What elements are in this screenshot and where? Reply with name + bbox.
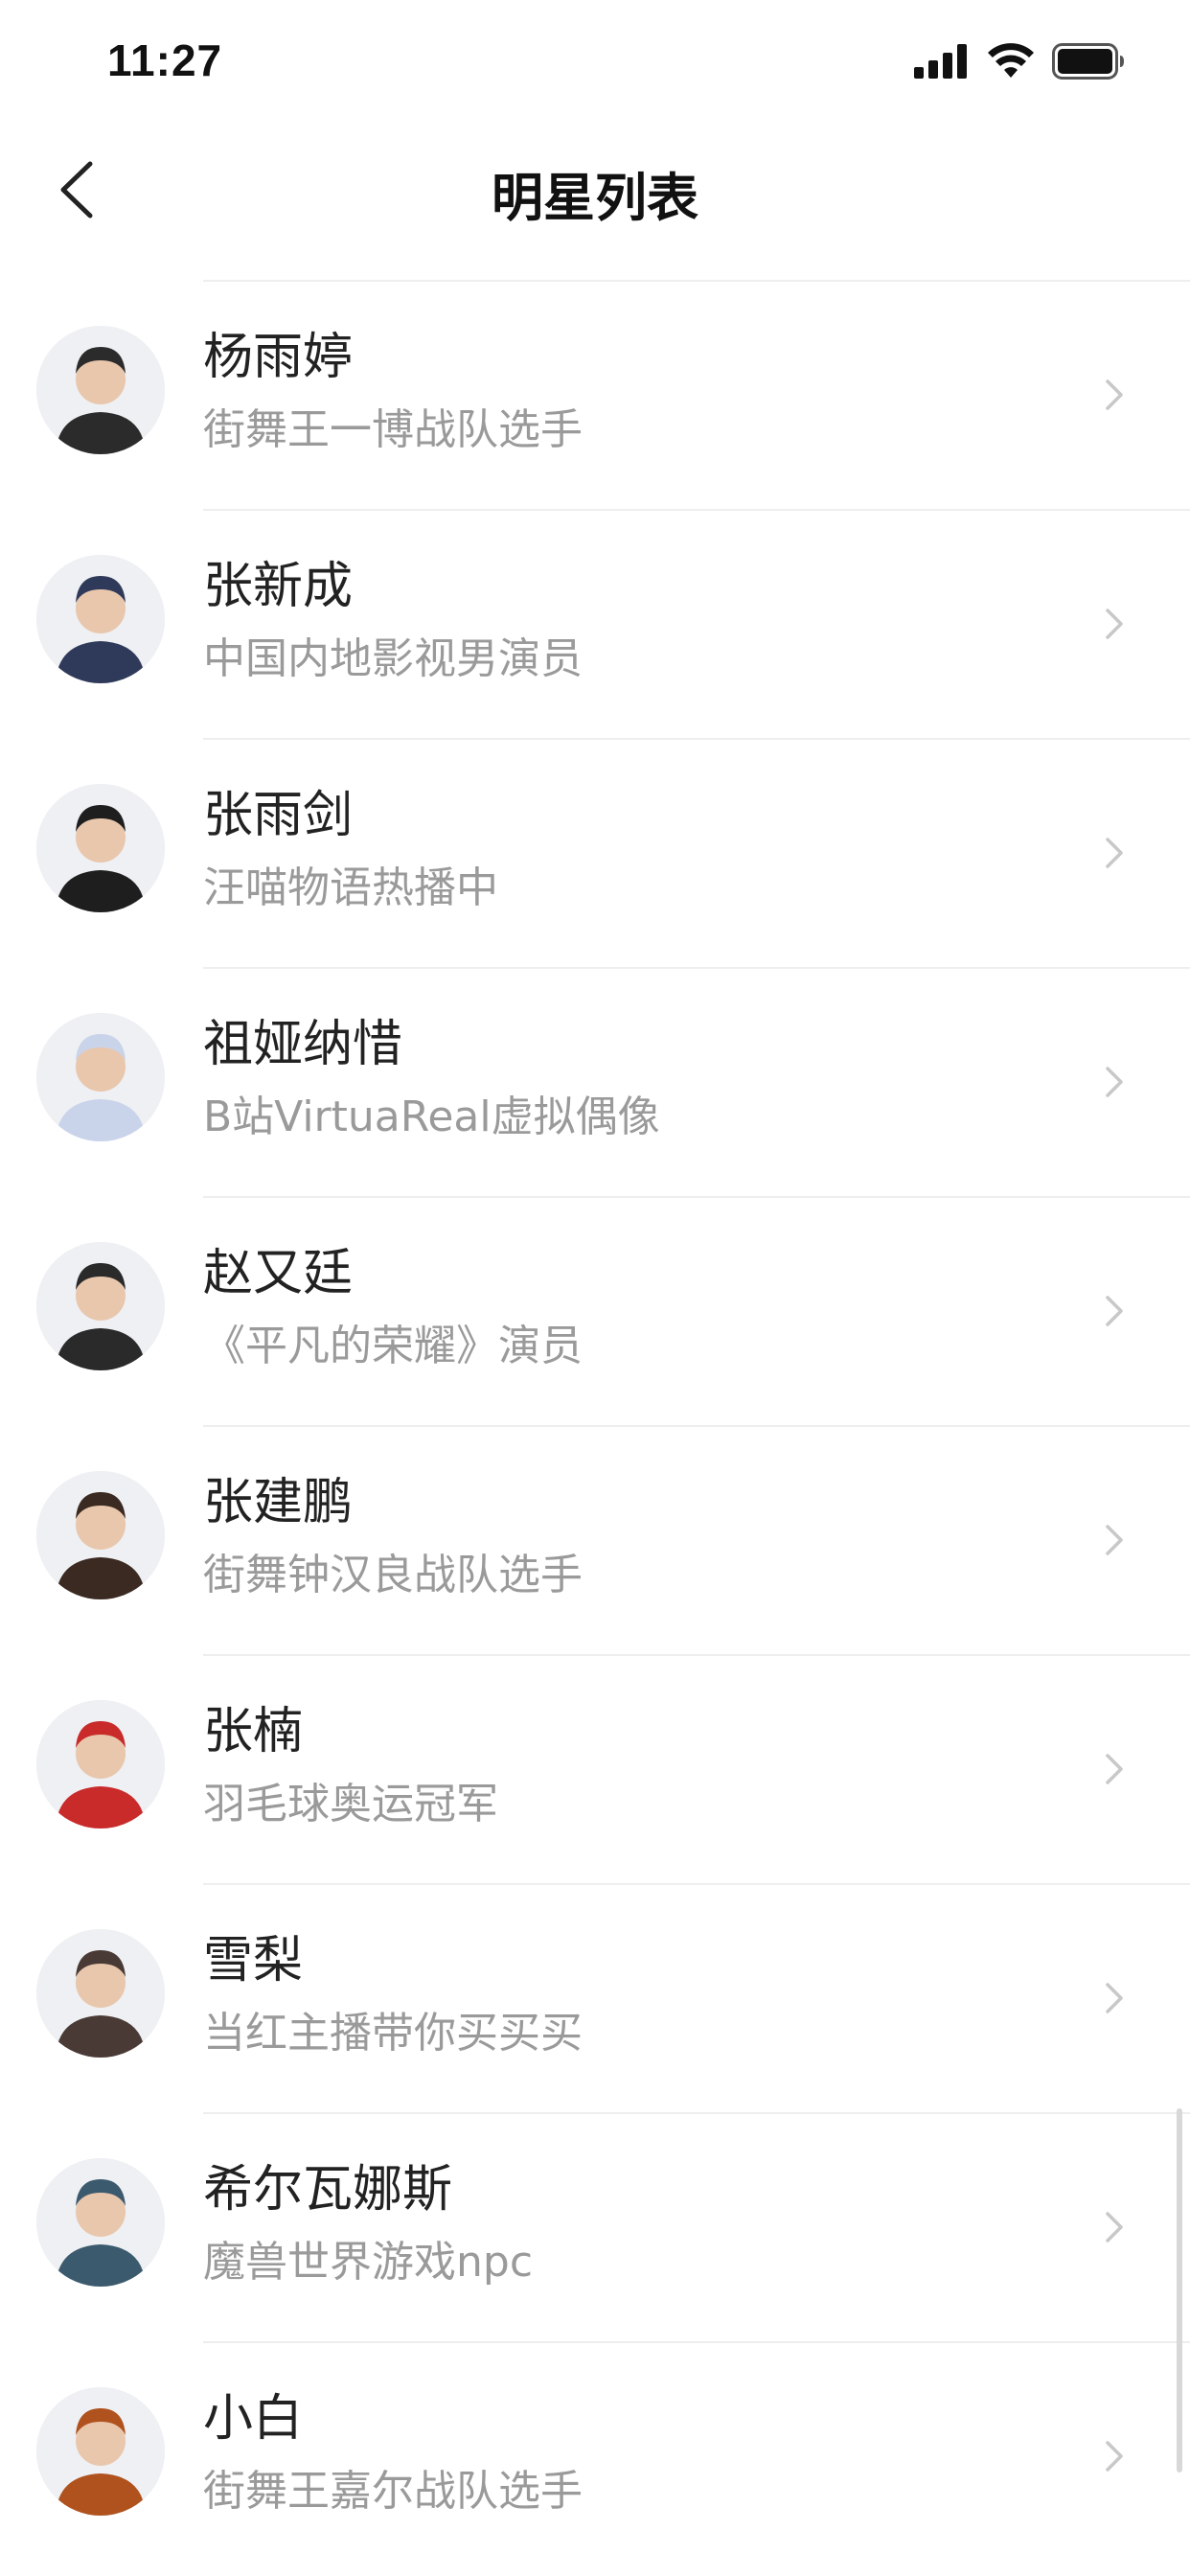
list-item[interactable]: 张楠 羽毛球奥运冠军 [0, 1654, 1190, 1883]
list-item[interactable]: 希尔瓦娜斯魔兽世界游戏npc [0, 2112, 1190, 2341]
page-title: 明星列表 [492, 168, 698, 228]
celebrity-description: 当红主播带你买买买 [203, 2009, 583, 2058]
celebrity-name: 希尔瓦娜斯 [203, 2161, 453, 2219]
battery-icon [1052, 43, 1125, 83]
avatar [36, 1242, 165, 1370]
celebrity-name: 赵又廷 [203, 1245, 354, 1302]
celebrity-description: 汪喵物语热播中 [203, 863, 498, 912]
chevron-right-icon [1098, 2437, 1131, 2475]
status-time: 11:27 [107, 35, 223, 85]
celebrity-name: 杨雨婷 [203, 329, 354, 386]
avatar [36, 784, 165, 912]
chevron-right-icon [1098, 1521, 1131, 1559]
avatar [36, 2158, 165, 2287]
nav-bar: 明星列表 [0, 126, 1190, 280]
celebrity-description: 魔兽世界游戏npc [203, 2238, 534, 2287]
avatar [36, 2387, 165, 2516]
celebrity-description: 街舞钟汉良战队选手 [203, 1551, 583, 1599]
scroll-indicator[interactable] [1177, 2108, 1182, 2472]
wifi-icon [987, 43, 1035, 83]
celebrity-name: 小白 [203, 2390, 304, 2448]
celebrity-description: 街舞王一博战队选手 [203, 405, 583, 454]
chevron-right-icon [1098, 1750, 1131, 1788]
celebrity-name: 张雨剑 [203, 787, 354, 844]
celebrity-description: B站VirtuaReal虚拟偶像 [203, 1092, 660, 1141]
chevron-right-icon [1098, 376, 1131, 414]
chevron-right-icon [1098, 1292, 1131, 1330]
list-item[interactable]: 祖娅纳惜 B站VirtuaReal虚拟偶像 [0, 967, 1190, 1196]
signal-icon [914, 44, 970, 82]
celebrity-list: 杨雨婷街舞王一博战队选手张新成中国内地影视男演员张雨剑汪喵物语热播中祖娅纳惜 B站… [0, 280, 1190, 2570]
chevron-right-icon [1098, 1979, 1131, 2017]
avatar [36, 1471, 165, 1599]
list-item[interactable]: 小白街舞王嘉尔战队选手 [0, 2341, 1190, 2570]
celebrity-name: 张楠 [203, 1703, 304, 1760]
chevron-right-icon [1098, 1063, 1131, 1101]
list-item[interactable]: 杨雨婷街舞王一博战队选手 [0, 280, 1190, 509]
avatar [36, 1700, 165, 1828]
celebrity-name: 张新成 [203, 558, 354, 615]
list-item[interactable]: 雪梨当红主播带你买买买 [0, 1883, 1190, 2112]
avatar [36, 1013, 165, 1141]
avatar [36, 1929, 165, 2058]
status-icons [914, 43, 1125, 83]
celebrity-description: 《平凡的荣耀》演员 [203, 1322, 583, 1370]
status-bar: 11:27 [0, 0, 1190, 126]
list-item[interactable]: 赵又廷《平凡的荣耀》演员 [0, 1196, 1190, 1425]
celebrity-description: 羽毛球奥运冠军 [203, 1780, 498, 1828]
chevron-right-icon [1098, 605, 1131, 643]
celebrity-name: 张建鹏 [203, 1474, 354, 1531]
celebrity-description: 街舞王嘉尔战队选手 [203, 2467, 583, 2516]
celebrity-name: 祖娅纳惜 [203, 1016, 403, 1073]
celebrity-name: 雪梨 [203, 1932, 304, 1990]
list-item[interactable]: 张建鹏街舞钟汉良战队选手 [0, 1425, 1190, 1654]
avatar [36, 326, 165, 454]
chevron-right-icon [1098, 834, 1131, 872]
list-item[interactable]: 张雨剑汪喵物语热播中 [0, 738, 1190, 967]
avatar [36, 555, 165, 683]
chevron-right-icon [1098, 2208, 1131, 2246]
list-item[interactable]: 张新成中国内地影视男演员 [0, 509, 1190, 738]
celebrity-description: 中国内地影视男演员 [203, 634, 583, 683]
